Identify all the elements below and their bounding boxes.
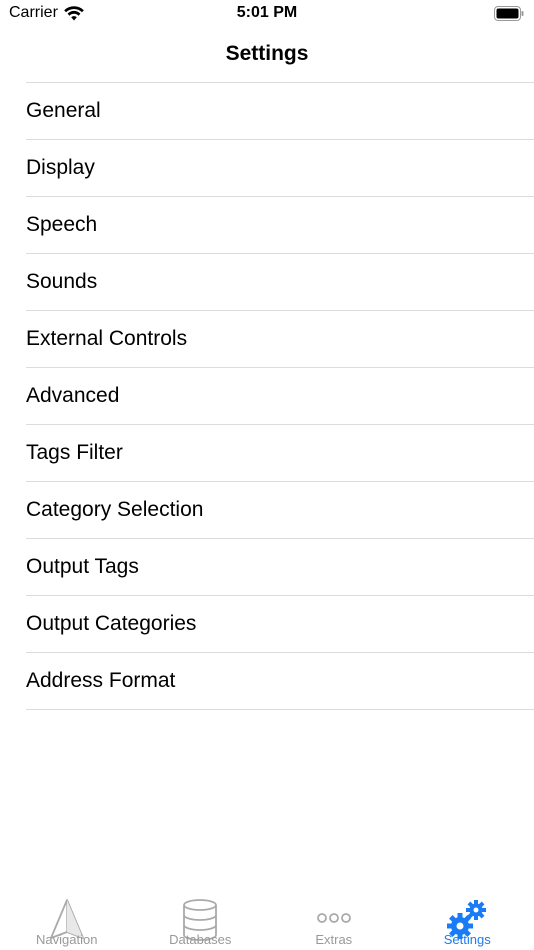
- tab-navigation[interactable]: Navigation: [0, 880, 134, 950]
- tab-databases[interactable]: Databases: [134, 880, 268, 950]
- settings-item-output-categories[interactable]: Output Categories: [26, 596, 534, 653]
- status-time: 5:01 PM: [236, 4, 298, 21]
- page-title: Settings: [225, 42, 309, 65]
- tab-settings[interactable]: Settings: [401, 880, 534, 950]
- status-bar: Carrier 5:01 PM: [0, 0, 534, 28]
- settings-item-sounds[interactable]: Sounds: [26, 254, 534, 311]
- tab-label: Navigation: [36, 932, 98, 947]
- settings-item-speech[interactable]: Speech: [26, 197, 534, 254]
- settings-item-display[interactable]: Display: [26, 140, 534, 197]
- settings-item-category-selection[interactable]: Category Selection: [26, 482, 534, 539]
- tab-label: Extras: [315, 932, 353, 947]
- battery-icon: [494, 6, 524, 21]
- tab-label: Settings: [443, 932, 491, 947]
- settings-item-external-controls[interactable]: External Controls: [26, 311, 534, 368]
- settings-item-output-tags[interactable]: Output Tags: [26, 539, 534, 596]
- settings-item-general[interactable]: General: [26, 83, 534, 140]
- tab-label: Databases: [169, 932, 232, 947]
- navigation-bar: Settings: [0, 28, 534, 82]
- settings-item-address-format[interactable]: Address Format: [26, 653, 534, 710]
- settings-item-tags-filter[interactable]: Tags Filter: [26, 425, 534, 482]
- tab-extras[interactable]: Extras: [267, 880, 401, 950]
- tab-bar: Navigation Databases Extras Settings: [0, 880, 534, 950]
- settings-item-advanced[interactable]: Advanced: [26, 368, 534, 425]
- settings-list: General Display Speech Sounds External C…: [26, 82, 534, 710]
